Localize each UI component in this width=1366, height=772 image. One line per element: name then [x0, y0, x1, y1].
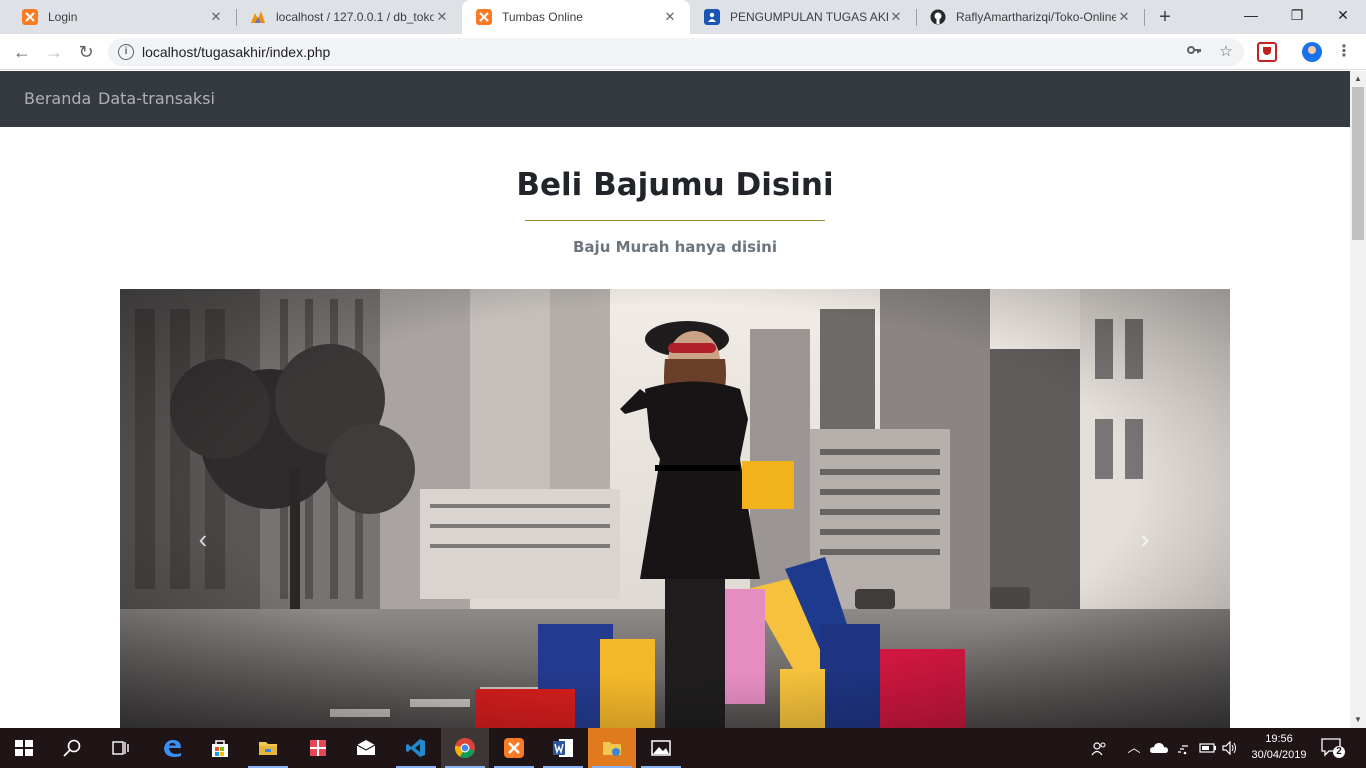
onedrive-icon[interactable] — [1148, 728, 1170, 768]
edge-icon — [164, 740, 181, 757]
contact-form-icon — [704, 9, 720, 25]
address-url[interactable]: localhost/tugasakhir/index.php — [142, 38, 330, 66]
xampp-icon — [504, 738, 524, 758]
taskbar-photos[interactable] — [637, 728, 685, 768]
notification-count: 2 — [1336, 746, 1342, 757]
nav-link-data-transaksi[interactable]: Data-transaksi — [98, 71, 215, 127]
photos-icon — [651, 740, 671, 756]
xampp-icon — [22, 9, 38, 25]
tab-pengumpulan[interactable]: PENGUMPULAN TUGAS AKHIR ✕ — [690, 0, 916, 34]
task-view-icon — [112, 741, 129, 755]
scroll-down-arrow[interactable]: ▼ — [1350, 712, 1366, 728]
people-icon[interactable] — [1088, 728, 1110, 768]
store-icon — [212, 740, 228, 757]
tab-label: RaflyAmartharizqi/Toko-Online — [956, 10, 1116, 24]
tab-label: Tumbas Online — [502, 10, 583, 24]
tab-login[interactable]: Login ✕ — [8, 0, 236, 34]
title-divider — [525, 220, 825, 221]
xampp-icon — [476, 9, 492, 25]
tab-github[interactable]: RaflyAmartharizqi/Toko-Online ✕ — [916, 0, 1144, 34]
chevron-up-icon[interactable]: ︿ — [1124, 728, 1144, 768]
close-icon[interactable]: ✕ — [888, 9, 904, 25]
browser-menu-button[interactable]: ⋮ — [1334, 42, 1354, 62]
page-viewport: Beranda Data-transaksi Beli Bajumu Disin… — [0, 71, 1350, 728]
taskbar-chrome[interactable] — [441, 728, 489, 768]
file-explorer-icon — [259, 742, 277, 755]
extension-shield-icon[interactable] — [1257, 42, 1277, 62]
close-icon[interactable]: ✕ — [434, 9, 450, 25]
taskbar-gift-app[interactable] — [294, 728, 342, 768]
taskbar-vscode[interactable] — [392, 728, 440, 768]
close-window-button[interactable]: ✕ — [1320, 0, 1366, 30]
info-icon[interactable]: i — [118, 44, 134, 60]
system-clock[interactable]: 19:56 30/04/2019 — [1244, 731, 1314, 763]
action-center-button[interactable]: 2 — [1320, 736, 1346, 760]
profile-avatar[interactable] — [1302, 42, 1322, 62]
taskbar-word[interactable] — [539, 728, 587, 768]
taskbar-edge[interactable] — [148, 728, 196, 768]
site-navbar: Beranda Data-transaksi — [0, 71, 1350, 127]
tab-divider — [1144, 9, 1145, 26]
taskbar-file-explorer[interactable] — [244, 728, 292, 768]
tab-label: Login — [48, 10, 78, 24]
vscode-icon — [406, 739, 425, 757]
close-icon[interactable]: ✕ — [662, 9, 678, 25]
search-button[interactable] — [48, 728, 96, 768]
phpmyadmin-icon — [250, 9, 266, 25]
minimize-button[interactable]: — — [1228, 0, 1274, 30]
close-icon[interactable]: ✕ — [208, 9, 224, 25]
tab-phpmyadmin[interactable]: localhost / 127.0.0.1 / db_toko ✕ — [236, 0, 462, 34]
address-bar[interactable]: i localhost/tugasakhir/index.php ☆ — [108, 38, 1244, 66]
page-subtitle: Baju Murah hanya disini — [573, 238, 777, 256]
taskbar-mail[interactable] — [342, 728, 390, 768]
carousel-image — [120, 289, 1230, 728]
start-button[interactable] — [0, 728, 48, 768]
new-tab-button[interactable]: + — [1152, 4, 1178, 30]
gift-icon — [310, 740, 326, 756]
chevron-left-icon: ‹ — [198, 524, 208, 554]
clock-date: 30/04/2019 — [1251, 749, 1307, 761]
restore-button[interactable]: ❐ — [1274, 0, 1320, 30]
word-icon — [553, 739, 573, 757]
back-button[interactable]: ← — [8, 38, 36, 66]
tab-label: PENGUMPULAN TUGAS AKHIR — [730, 10, 888, 24]
page-title: Beli Bajumu Disini — [516, 167, 834, 203]
taskbar-xampp[interactable] — [490, 728, 538, 768]
task-view-button[interactable] — [96, 728, 144, 768]
file-manager-icon — [603, 742, 621, 756]
battery-icon[interactable] — [1198, 728, 1218, 768]
wifi-icon[interactable] — [1174, 728, 1196, 768]
carousel-next-button[interactable]: › — [1130, 519, 1160, 559]
clock-time: 19:56 — [1265, 733, 1293, 745]
taskbar-store[interactable] — [196, 728, 244, 768]
chrome-icon — [455, 738, 475, 758]
close-icon[interactable]: ✕ — [1116, 9, 1132, 25]
star-icon[interactable]: ☆ — [1216, 42, 1236, 62]
reload-button[interactable]: ↻ — [72, 38, 100, 66]
key-icon[interactable] — [1184, 42, 1204, 62]
windows-start-icon — [15, 740, 33, 756]
page-scrollbar[interactable]: ▲ ▼ — [1350, 71, 1366, 728]
browser-toolbar: ← → ↻ i localhost/tugasakhir/index.php ☆… — [0, 34, 1366, 70]
volume-icon[interactable] — [1220, 728, 1240, 768]
browser-tab-strip: Login ✕ localhost / 127.0.0.1 / db_toko … — [0, 0, 1366, 34]
carousel-prev-button[interactable]: ‹ — [188, 519, 218, 559]
tab-label: localhost / 127.0.0.1 / db_toko — [276, 10, 434, 24]
chevron-right-icon: › — [1140, 524, 1150, 554]
github-icon — [930, 9, 946, 25]
forward-button[interactable]: → — [40, 38, 68, 66]
nav-link-beranda[interactable]: Beranda — [24, 71, 91, 127]
tab-tumbas-online[interactable]: Tumbas Online ✕ — [462, 0, 690, 34]
taskbar-file-manager[interactable] — [588, 728, 636, 768]
image-carousel[interactable]: ‹ › — [120, 289, 1230, 728]
mail-icon — [356, 740, 376, 755]
scroll-up-arrow[interactable]: ▲ — [1350, 71, 1366, 87]
windows-taskbar: ︿ 19:56 30/04/2019 2 — [0, 728, 1366, 768]
scroll-thumb[interactable] — [1352, 87, 1364, 240]
search-icon — [63, 739, 81, 757]
